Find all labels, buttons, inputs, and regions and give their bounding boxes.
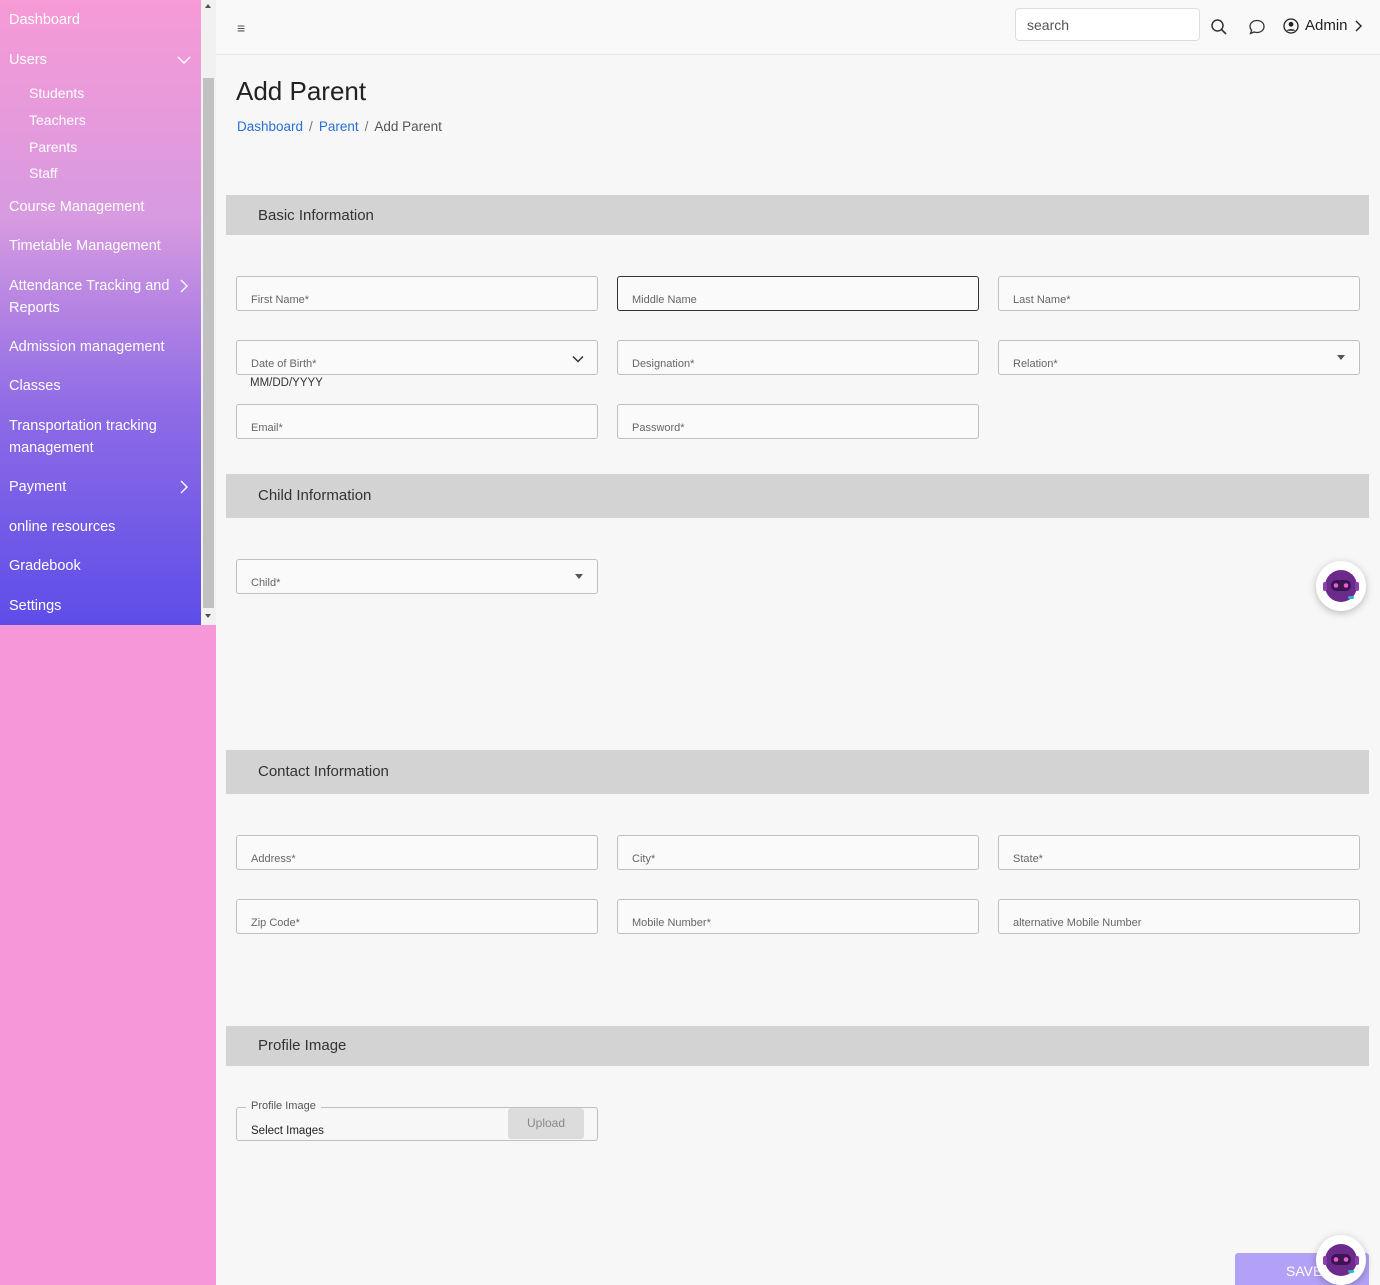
zip-code-field[interactable]: Zip Code* bbox=[236, 899, 598, 934]
chevron-right-icon bbox=[1355, 20, 1362, 31]
top-bar: ≡ search Admin bbox=[216, 0, 1380, 55]
field-label: Designation* bbox=[632, 358, 695, 370]
city-field[interactable]: City* bbox=[617, 835, 979, 870]
child-select[interactable]: Child* bbox=[236, 559, 598, 594]
sidebar: Dashboard Users Students Teachers Parent… bbox=[0, 0, 201, 625]
select-images-text[interactable]: Select Images bbox=[251, 1125, 324, 1137]
upload-legend: Profile Image bbox=[246, 1100, 321, 1112]
breadcrumb-separator: / bbox=[364, 119, 369, 134]
robot-icon bbox=[1323, 570, 1359, 602]
chat-icon[interactable] bbox=[1248, 18, 1266, 36]
user-menu[interactable]: Admin bbox=[1283, 17, 1363, 34]
search-icon[interactable] bbox=[1210, 18, 1228, 36]
field-label: Middle Name bbox=[632, 294, 697, 306]
scrollbar-thumb[interactable] bbox=[203, 78, 214, 608]
sidebar-item-classes[interactable]: Classes bbox=[9, 375, 61, 397]
sidebar-subitem-staff[interactable]: Staff bbox=[29, 165, 58, 181]
designation-field[interactable]: Designation* bbox=[617, 340, 979, 375]
profile-image-upload[interactable]: Profile Image Select Images Upload bbox=[236, 1100, 598, 1141]
search-input[interactable]: search bbox=[1015, 8, 1200, 41]
sidebar-item-gradebook[interactable]: Gradebook bbox=[9, 555, 81, 577]
section-title: Child Information bbox=[258, 487, 372, 504]
chatbot-button[interactable] bbox=[1316, 1235, 1366, 1285]
field-label: Zip Code* bbox=[251, 917, 300, 929]
field-label: Mobile Number* bbox=[632, 917, 711, 929]
chevron-right-icon[interactable] bbox=[177, 279, 191, 293]
sidebar-item-admission[interactable]: Admission management bbox=[9, 336, 165, 358]
chevron-down-icon[interactable] bbox=[177, 53, 191, 67]
field-label: Password* bbox=[632, 422, 685, 434]
alternative-mobile-field[interactable]: alternative Mobile Number bbox=[998, 899, 1360, 934]
breadcrumb-parent[interactable]: Parent bbox=[319, 119, 359, 134]
chatbot-button[interactable] bbox=[1316, 561, 1366, 611]
sidebar-item-users[interactable]: Users bbox=[9, 49, 47, 71]
breadcrumb-separator: / bbox=[309, 119, 313, 134]
sidebar-item-transportation[interactable]: Transportation tracking management bbox=[9, 415, 179, 459]
robot-icon bbox=[1323, 1244, 1359, 1276]
dropdown-caret-icon bbox=[1337, 355, 1345, 360]
breadcrumb-dashboard[interactable]: Dashboard bbox=[237, 119, 303, 134]
sidebar-item-dashboard[interactable]: Dashboard bbox=[9, 9, 80, 31]
section-title: Profile Image bbox=[258, 1037, 347, 1054]
field-label: Email* bbox=[251, 422, 283, 434]
address-field[interactable]: Address* bbox=[236, 835, 598, 870]
sidebar-scrollbar[interactable] bbox=[201, 0, 216, 625]
relation-select[interactable]: Relation* bbox=[998, 340, 1360, 375]
password-field[interactable]: Password* bbox=[617, 404, 979, 439]
middle-name-field[interactable]: Middle Name bbox=[617, 276, 979, 311]
field-label: Child* bbox=[251, 577, 281, 589]
date-of-birth-field[interactable]: Date of Birth* bbox=[236, 340, 598, 375]
field-label: State* bbox=[1013, 853, 1043, 865]
upload-button[interactable]: Upload bbox=[508, 1108, 584, 1139]
dropdown-caret-icon bbox=[575, 574, 583, 579]
sidebar-subitem-teachers[interactable]: Teachers bbox=[29, 112, 86, 128]
sidebar-item-payment[interactable]: Payment bbox=[9, 476, 66, 498]
section-contact-information: Contact Information bbox=[226, 750, 1369, 794]
first-name-field[interactable]: First Name* bbox=[236, 276, 598, 311]
email-field[interactable]: Email* bbox=[236, 404, 598, 439]
menu-icon[interactable]: ≡ bbox=[237, 20, 249, 36]
field-label: Date of Birth* bbox=[251, 358, 317, 370]
chevron-down-icon[interactable] bbox=[571, 352, 585, 366]
breadcrumb-current: Add Parent bbox=[374, 119, 442, 134]
sidebar-item-timetable-management[interactable]: Timetable Management bbox=[9, 235, 161, 257]
field-label: Relation* bbox=[1013, 358, 1058, 370]
sidebar-item-online-resources[interactable]: online resources bbox=[9, 516, 115, 538]
field-label: First Name* bbox=[251, 294, 310, 306]
section-child-information: Child Information bbox=[226, 474, 1369, 518]
sidebar-item-attendance[interactable]: Attendance Tracking and Reports bbox=[9, 275, 174, 319]
scroll-down-icon[interactable] bbox=[205, 614, 211, 618]
field-label: City* bbox=[632, 853, 656, 865]
section-title: Basic Information bbox=[258, 207, 374, 224]
user-circle-icon bbox=[1283, 17, 1299, 34]
last-name-field[interactable]: Last Name* bbox=[998, 276, 1360, 311]
section-title: Contact Information bbox=[258, 763, 389, 780]
sidebar-item-settings[interactable]: Settings bbox=[9, 595, 61, 617]
field-label: alternative Mobile Number bbox=[1013, 917, 1142, 929]
field-label: Last Name* bbox=[1013, 294, 1071, 306]
mobile-number-field[interactable]: Mobile Number* bbox=[617, 899, 979, 934]
sidebar-subitem-parents[interactable]: Parents bbox=[29, 139, 77, 155]
state-field[interactable]: State* bbox=[998, 835, 1360, 870]
sidebar-subitem-students[interactable]: Students bbox=[29, 85, 84, 101]
field-label: Address* bbox=[251, 853, 296, 865]
user-name: Admin bbox=[1305, 17, 1348, 34]
chevron-right-icon[interactable] bbox=[177, 480, 191, 494]
page-title: Add Parent bbox=[236, 76, 367, 106]
scroll-up-icon[interactable] bbox=[205, 4, 211, 8]
section-profile-image: Profile Image bbox=[226, 1026, 1369, 1066]
section-basic-information: Basic Information bbox=[226, 195, 1369, 235]
date-format-hint: MM/DD/YYYY bbox=[250, 377, 323, 389]
sidebar-item-course-management[interactable]: Course Management bbox=[9, 196, 144, 218]
breadcrumb: Dashboard / Parent / Add Parent bbox=[237, 119, 442, 134]
